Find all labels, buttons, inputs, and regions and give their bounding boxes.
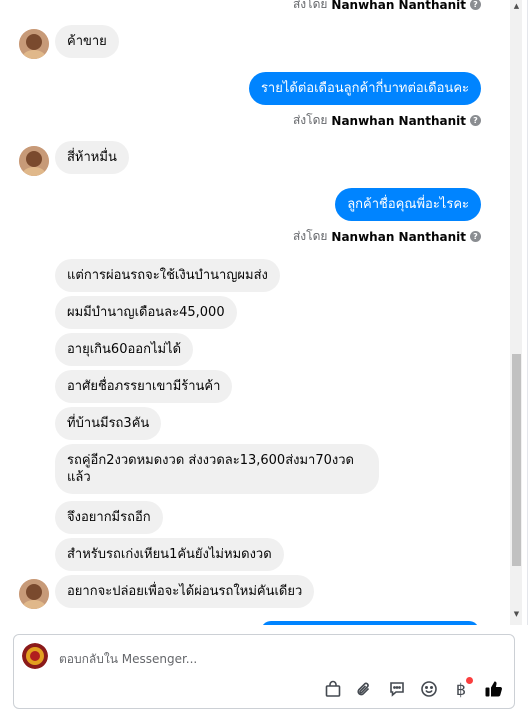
incoming-message[interactable]: จึงอยากมีรถอีก: [55, 501, 163, 534]
thumbs-up-icon[interactable]: [484, 679, 504, 699]
help-icon[interactable]: ?: [470, 0, 481, 10]
sent-by-label: ส่งโดย Nanwhan Nanthanit ?: [293, 227, 481, 246]
incoming-message[interactable]: สำหรับรถเก่งเหียน1คันยังไม่หมดงวด: [55, 538, 284, 571]
help-icon[interactable]: ?: [470, 231, 481, 242]
baht-payment-icon[interactable]: ฿: [451, 677, 473, 699]
scroll-down-icon[interactable]: ▼: [512, 610, 521, 618]
incoming-message[interactable]: ผมมีบำนาญเดือนละ45,000: [55, 296, 237, 329]
sent-by-label: ส่งโดย Nanwhan Nanthanit ?: [293, 0, 481, 14]
incoming-message[interactable]: รถคู่อีก2งวดหมดงวด ส่งงวดละ13,600ส่งมา70…: [55, 444, 379, 494]
outgoing-message-partial[interactable]: [261, 621, 479, 625]
incoming-message[interactable]: อาศัยชื่อภรรยาเขามีร้านค้า: [55, 370, 233, 403]
incoming-message[interactable]: แต่การผ่อนรถจะใช้เงินบำนาญผมส่ง: [55, 259, 280, 292]
incoming-message[interactable]: ที่บ้านมีรถ3คัน: [55, 407, 162, 440]
reply-input[interactable]: [59, 649, 459, 669]
scroll-up-icon[interactable]: ▲: [512, 2, 521, 10]
avatar[interactable]: [19, 146, 49, 176]
scroll-thumb[interactable]: [512, 354, 521, 566]
bag-icon[interactable]: [323, 679, 343, 699]
scrollbar[interactable]: ▲ ▼: [510, 0, 522, 625]
incoming-message[interactable]: สี่ห้าหมื่น: [55, 141, 129, 174]
avatar[interactable]: [19, 29, 49, 59]
outgoing-message[interactable]: รายได้ต่อเดือนลูกค้ากี่บาทต่อเดือนคะ: [248, 72, 481, 105]
notification-dot: [466, 677, 473, 684]
outgoing-message[interactable]: ลูกค้าชื่อคุณพี่อะไรคะ: [335, 188, 481, 221]
incoming-message[interactable]: อายุเกิน60ออกไม่ได้: [55, 333, 194, 366]
help-icon[interactable]: ?: [470, 115, 481, 126]
message-thread: ส่งโดย Nanwhan Nanthanit ? ค้าขาย รายได้…: [0, 0, 528, 625]
page-avatar: [22, 643, 48, 669]
emoji-icon[interactable]: [419, 679, 439, 699]
quick-reply-icon[interactable]: [387, 679, 407, 699]
incoming-message[interactable]: ค้าขาย: [55, 25, 119, 58]
incoming-message[interactable]: อยากจะปล่อยเพื่อจะได้ผ่อนรถใหม่คันเดียว: [55, 575, 315, 608]
avatar[interactable]: [19, 579, 49, 609]
sent-by-label: ส่งโดย Nanwhan Nanthanit ?: [293, 111, 481, 130]
paperclip-icon[interactable]: [354, 679, 374, 699]
message-composer: ฿: [13, 634, 515, 709]
